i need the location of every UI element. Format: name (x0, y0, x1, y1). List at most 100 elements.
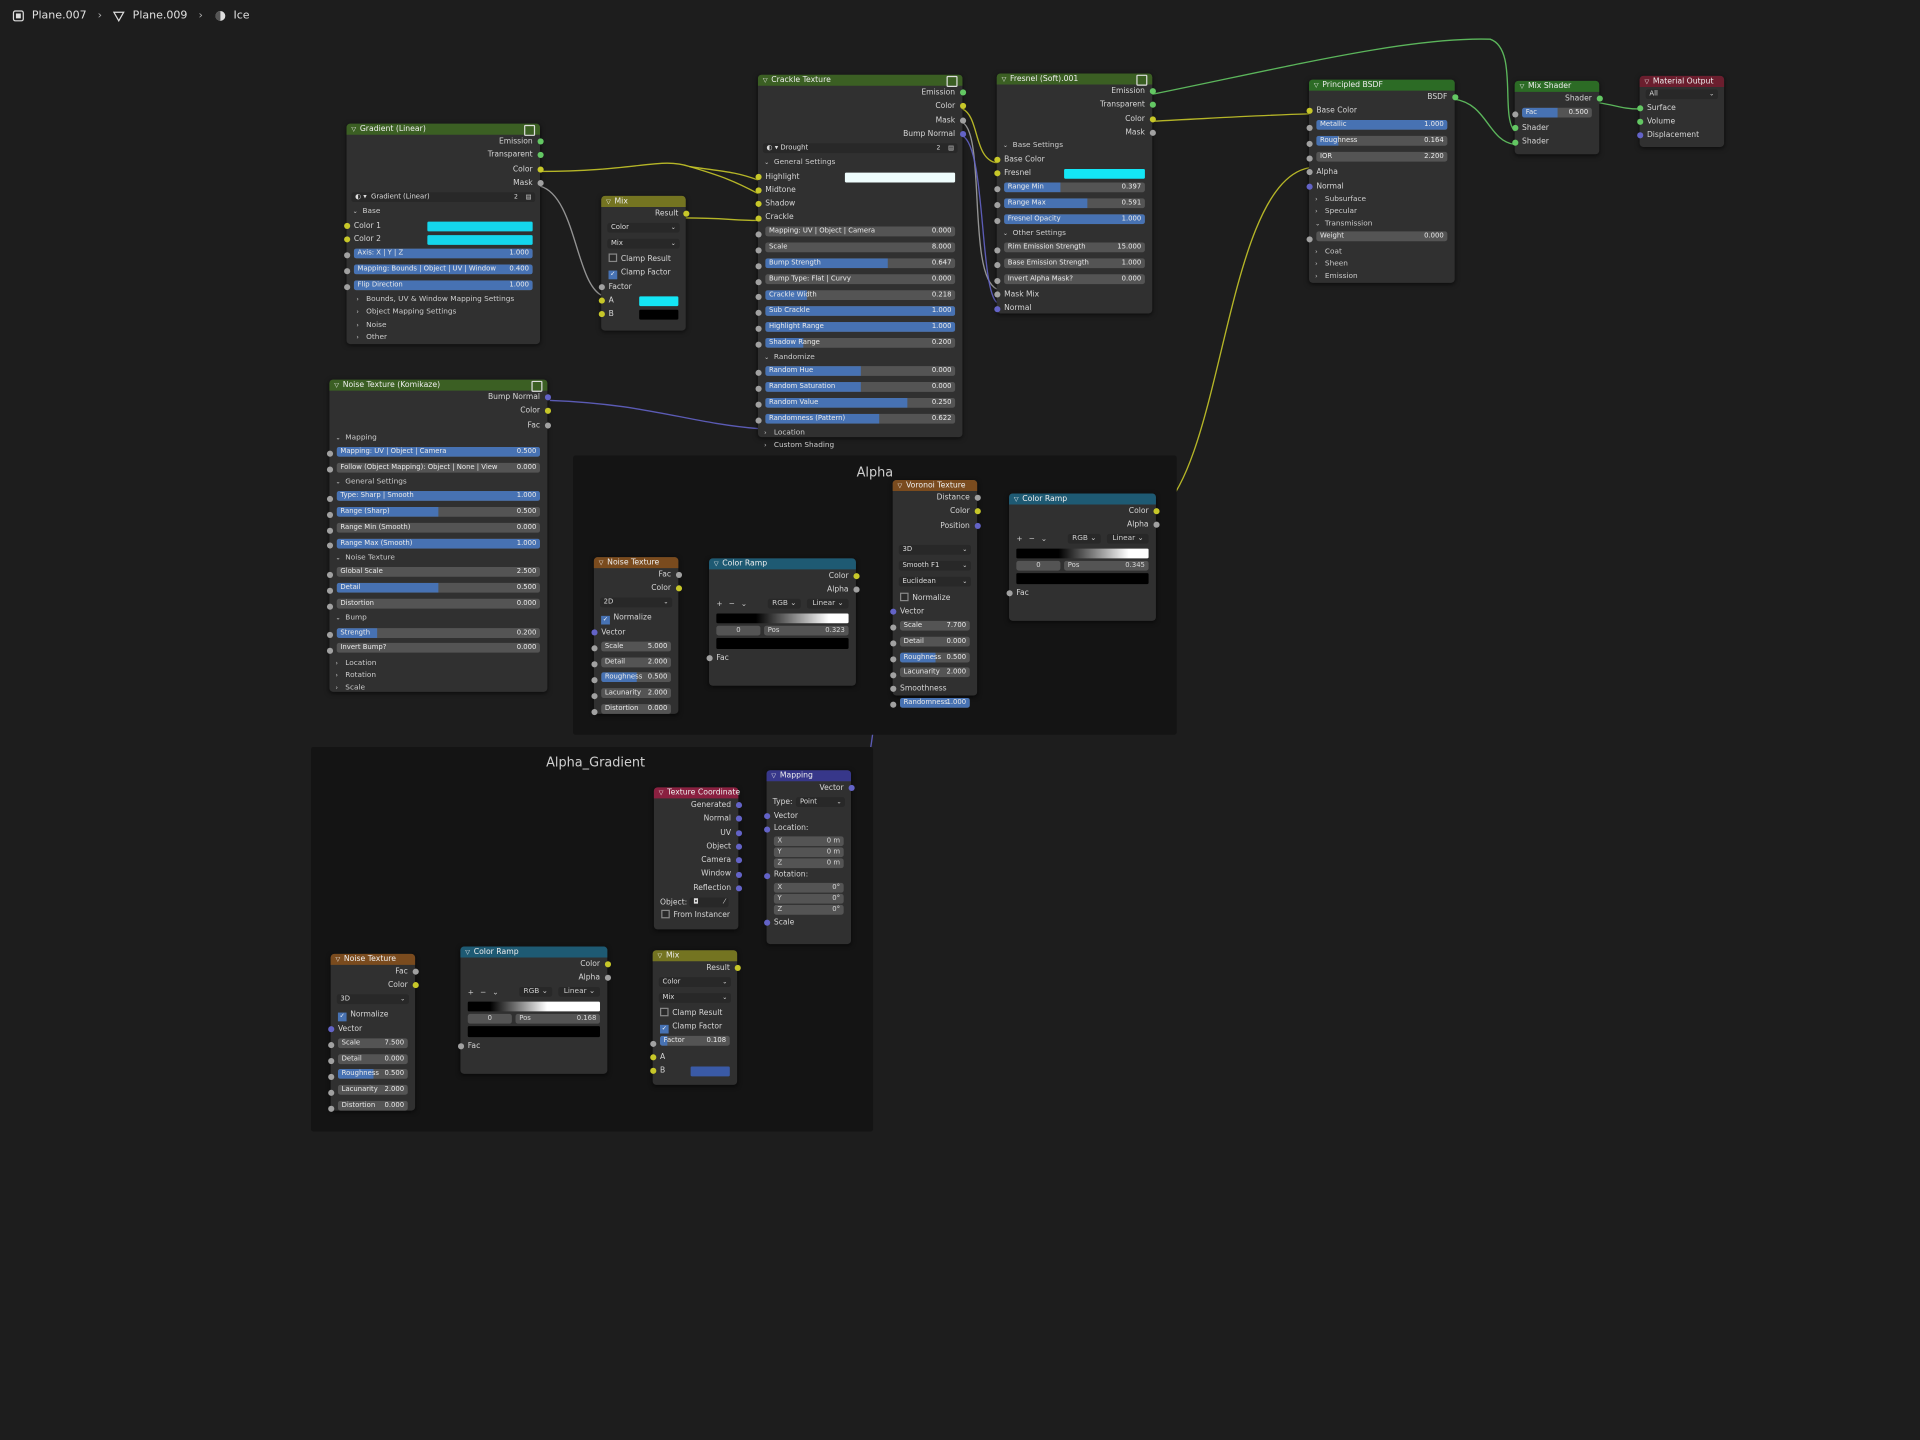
input-socket[interactable] (590, 645, 597, 652)
dimensions-dropdown[interactable]: 2D ⌄ (600, 597, 673, 608)
input-socket[interactable] (326, 542, 333, 550)
node-noise-texture-alpha[interactable]: ▽ Noise Texture Fac Color 2D ⌄ ✓ Normalize … (590, 557, 682, 715)
node-mapping[interactable]: ▽ Mapping Vector Type: Point ⌄ Vector Locat… (763, 770, 855, 945)
value-slider[interactable]: Scale 7.500 (337, 1037, 408, 1048)
vector-component-field[interactable]: Z 0° (773, 904, 844, 915)
panel-transmission[interactable]: ⌄ Transmission (1309, 218, 1455, 230)
stop-color-swatch[interactable] (1016, 572, 1149, 584)
node-link[interactable] (540, 162, 759, 195)
node-mix[interactable]: ▽ Mix Result Color ⌄ Mix ⌄ Clamp Result ✓ Cl… (598, 195, 689, 331)
ramp-menu-icon[interactable]: ⌄ (492, 985, 498, 998)
color-mode-dropdown[interactable]: RGB ⌄ (1067, 533, 1102, 544)
panel-base-settings[interactable]: ⌄ Base Settings (997, 140, 1153, 153)
input-socket[interactable] (326, 527, 333, 534)
value-slider[interactable]: Strength 0.200 (336, 627, 541, 638)
output-socket[interactable] (536, 180, 544, 187)
stop-color-swatch[interactable] (467, 1025, 601, 1037)
input-socket[interactable] (754, 401, 762, 409)
value-slider[interactable]: Range (Sharp) 0.500 (336, 507, 541, 517)
value-slider[interactable]: Detail 2.000 (601, 657, 672, 667)
input-socket[interactable] (754, 310, 762, 317)
stop-position-field[interactable]: Pos 0.323 (764, 625, 849, 636)
value-slider[interactable]: Global Scale 2.500 (336, 567, 541, 578)
clamp-result-checkbox[interactable]: Clamp Result (601, 252, 685, 266)
add-stop-icon[interactable]: + (468, 985, 474, 998)
breadcrumb-object[interactable]: Plane.007 (32, 10, 87, 22)
node-link[interactable] (962, 135, 998, 303)
clamp-factor-checkbox[interactable]: ✓ Clamp Factor (601, 266, 685, 280)
value-slider[interactable]: Distortion 0.000 (337, 1101, 408, 1111)
value-slider[interactable]: Detail 0.000 (337, 1053, 408, 1064)
value-slider[interactable]: Detail 0.000 (900, 636, 970, 647)
data-type-dropdown[interactable]: Color ⌄ (607, 222, 680, 233)
value-slider[interactable]: Base Emission Strength 1.000 (1004, 258, 1145, 269)
input-socket[interactable] (590, 692, 597, 699)
dimensions-dropdown[interactable]: 3D ⌄ (336, 994, 409, 1005)
value-slider[interactable]: IOR 2.200 (1316, 151, 1448, 162)
stop-index-field[interactable]: 0 (716, 625, 761, 636)
output-socket[interactable] (604, 961, 611, 968)
input-socket[interactable] (754, 247, 762, 254)
ramp-menu-icon[interactable]: ⌄ (1041, 532, 1047, 545)
value-slider[interactable]: Scale 7.700 (900, 620, 970, 631)
output-socket[interactable] (974, 494, 981, 502)
value-slider[interactable]: Scale 8.000 (765, 242, 956, 253)
panel-location[interactable]: › Location (758, 427, 962, 440)
input-socket[interactable] (326, 647, 333, 654)
input-socket[interactable] (993, 291, 1000, 298)
value-slider[interactable]: Random Saturation 0.000 (765, 381, 956, 392)
input-socket[interactable] (327, 1042, 334, 1049)
panel-mapping[interactable]: ⌄ Mapping (329, 432, 547, 445)
stop-position-field[interactable]: Pos 0.168 (515, 1013, 601, 1024)
value-slider[interactable]: Shadow Range 0.200 (765, 337, 956, 348)
value-slider[interactable]: Bump Strength 0.647 (765, 258, 956, 269)
color-swatch[interactable] (427, 234, 533, 245)
input-socket[interactable] (649, 1067, 656, 1074)
output-socket[interactable] (544, 394, 551, 401)
input-socket[interactable] (649, 1053, 656, 1061)
vector-component-field[interactable]: X0 m (773, 836, 844, 846)
color-swatch[interactable] (639, 310, 679, 320)
value-slider[interactable]: Lacunarity 2.000 (900, 667, 970, 678)
input-socket[interactable] (754, 231, 762, 238)
clamp-factor-checkbox[interactable]: ✓ Clamp Factor (653, 1020, 737, 1034)
remove-stop-icon[interactable]: − (1029, 532, 1035, 545)
feature-dropdown[interactable]: Smooth F1 ⌄ (898, 561, 972, 572)
panel-scale[interactable]: › Scale (329, 682, 547, 694)
input-socket[interactable] (1305, 140, 1313, 147)
node-color-ramp-voronoi[interactable]: ▽ Color Ramp Color Alpha + − ⌄ RGB ⌄ Linear ⌄… (1005, 493, 1159, 621)
breadcrumb-mesh[interactable]: Plane.009 (133, 10, 188, 22)
value-slider[interactable]: Distortion 0.000 (336, 598, 541, 609)
input-socket[interactable] (763, 919, 770, 926)
input-socket[interactable] (326, 571, 333, 578)
mapping-type-dropdown[interactable]: Point ⌄ (796, 797, 846, 807)
value-slider[interactable]: Sub Crackle 1.000 (765, 305, 956, 316)
input-socket[interactable] (889, 624, 896, 631)
input-socket[interactable] (754, 201, 762, 208)
input-socket[interactable] (590, 629, 597, 636)
input-socket[interactable] (993, 202, 1000, 209)
value-slider[interactable]: Bump Type: Flat | Curvy 0.000 (765, 274, 956, 285)
vector-component-field[interactable]: Z0 m (773, 858, 844, 869)
node-link[interactable] (689, 165, 759, 181)
panel-other-settings[interactable]: ⌄ Other Settings (997, 228, 1153, 241)
input-socket[interactable] (754, 215, 762, 222)
node-crackle-texture[interactable]: ▽ Crackle Texture Emission Color Mask Bum… (754, 74, 966, 450)
color-ramp-gradient[interactable] (716, 612, 849, 623)
stop-color-swatch[interactable] (716, 637, 849, 649)
input-socket[interactable] (598, 283, 605, 291)
input-socket[interactable] (993, 246, 1000, 253)
input-socket[interactable] (590, 661, 597, 668)
fake-user-icon[interactable]: ▤ (526, 192, 532, 202)
input-socket[interactable] (993, 186, 1000, 193)
interpolation-dropdown[interactable]: Linear ⌄ (1107, 533, 1149, 544)
input-socket[interactable] (326, 511, 333, 518)
input-socket[interactable] (993, 305, 1000, 312)
add-stop-icon[interactable]: + (1016, 532, 1022, 545)
input-socket[interactable] (326, 587, 333, 594)
value-slider[interactable]: Roughness 0.164 (1316, 136, 1448, 146)
vector-component-field[interactable]: Y 0° (773, 893, 844, 904)
node-link[interactable] (1152, 113, 1310, 122)
output-socket[interactable] (536, 138, 544, 145)
randomness-slider[interactable]: Randomness 1.000 (900, 697, 970, 708)
